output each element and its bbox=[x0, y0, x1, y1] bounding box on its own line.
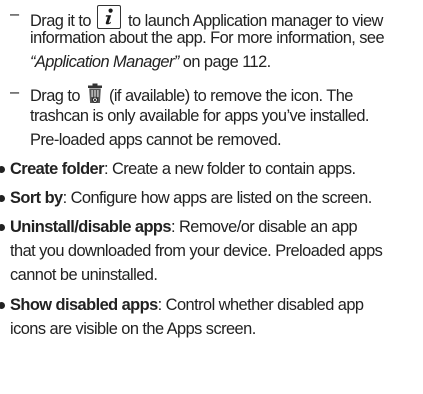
uninstall-disable-apps-term: Uninstall/disable apps bbox=[10, 218, 172, 236]
uninstall-disable-apps-line-3: cannot be uninstalled. bbox=[10, 266, 158, 284]
sort-by-description: : Configure how apps are listed on the s… bbox=[62, 189, 373, 207]
sub-item-1-page-ref: on page 112. bbox=[178, 53, 271, 71]
uninstall-disable-apps-description: : Remove/or disable an app bbox=[170, 218, 358, 236]
bullet-uninstall-disable-apps: Uninstall/disable apps: Remove/or disabl… bbox=[10, 215, 358, 239]
bullet-marker bbox=[0, 195, 5, 202]
uninstall-disable-apps-line-2: that you downloaded from your device. Pr… bbox=[10, 242, 383, 260]
sub-item-1-line-3: “Application Manager” on page 112. bbox=[30, 50, 271, 74]
bullet-marker bbox=[0, 224, 5, 231]
create-folder-term: Create folder bbox=[10, 160, 105, 178]
dash-marker: – bbox=[10, 5, 19, 23]
sub-item-1-line-2: information about the app. For more info… bbox=[30, 29, 385, 47]
sub-item-2-line-2: trashcan is only available for apps you’… bbox=[30, 107, 369, 125]
bullet-create-folder: Create folder: Create a new folder to co… bbox=[10, 157, 356, 181]
trashcan-icon bbox=[87, 83, 103, 104]
sub-item-2-line-3: Pre-loaded apps cannot be removed. bbox=[30, 131, 282, 149]
show-disabled-apps-line-2: icons are visible on the Apps screen. bbox=[10, 320, 256, 338]
bullet-sort-by: Sort by: Configure how apps are listed o… bbox=[10, 186, 372, 210]
sort-by-term: Sort by bbox=[10, 189, 63, 207]
show-disabled-apps-term: Show disabled apps bbox=[10, 296, 158, 314]
bullet-show-disabled-apps: Show disabled apps: Control whether disa… bbox=[10, 293, 364, 317]
sub-item-2-text-post: (if available) to remove the icon. The bbox=[108, 87, 353, 105]
bullet-marker bbox=[0, 166, 5, 173]
create-folder-description: : Create a new folder to contain apps. bbox=[103, 160, 356, 178]
manual-page: – Drag it to to launch Application manag… bbox=[0, 0, 423, 394]
cross-reference-link[interactable]: “Application Manager” bbox=[30, 53, 179, 71]
bullet-marker bbox=[0, 302, 5, 309]
dash-marker: – bbox=[10, 83, 19, 101]
show-disabled-apps-description: : Control whether disabled app bbox=[157, 296, 364, 314]
sub-item-2-text-pre: Drag to bbox=[30, 87, 80, 105]
